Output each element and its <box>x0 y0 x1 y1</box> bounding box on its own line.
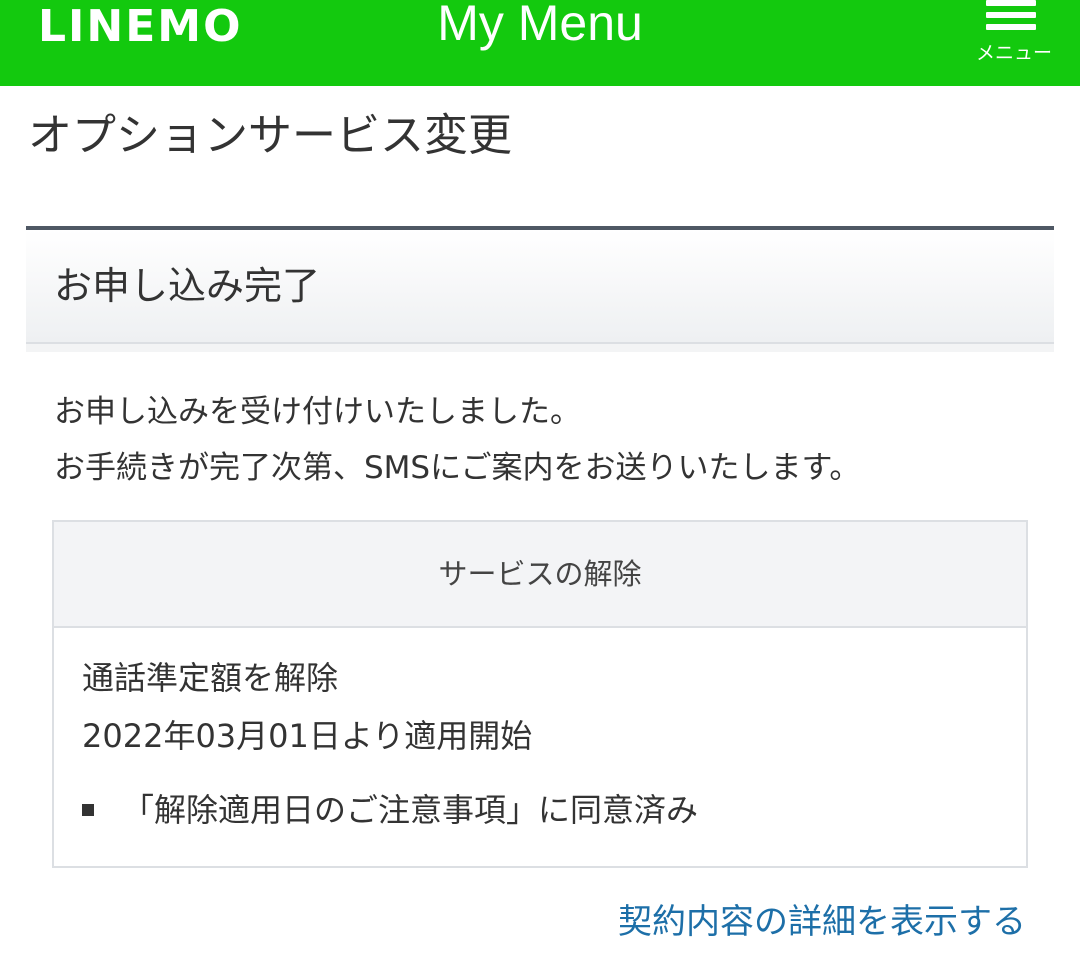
detail-service-name: 通話準定額を解除 <box>82 659 339 697</box>
section-title: お申し込み完了 <box>54 264 321 308</box>
detail-consent-note: 「解除適用日のご注意事項」に同意済み <box>82 786 698 834</box>
app-header: LINEMO My Menu メニュー <box>0 0 1080 86</box>
section-header: お申し込み完了 <box>26 226 1054 344</box>
header-title: My Menu <box>437 0 643 51</box>
section-divider <box>26 344 1054 352</box>
message-line-2: お手続きが完了次第、SMSにご案内をお送りいたします。 <box>54 450 861 486</box>
view-contract-details-link[interactable]: 契約内容の詳細を表示する <box>618 898 1026 946</box>
hamburger-menu-icon <box>986 0 1036 30</box>
message-line-1: お申し込みを受け付けいたしました。 <box>54 394 581 430</box>
application-detail-box: サービスの解除 通話準定額を解除 2022年03月01日より適用開始 「解除適用… <box>52 520 1028 868</box>
detail-start-date: 2022年03月01日より適用開始 <box>82 717 533 755</box>
completion-message: お申し込みを受け付けいたしました。 お手続きが完了次第、SMSにご案内をお送りい… <box>54 384 860 496</box>
detail-consent-text: 「解除適用日のご注意事項」に同意済み <box>122 791 699 829</box>
page-title: オプションサービス変更 <box>28 110 512 161</box>
detail-box-header: サービスの解除 <box>54 522 1026 628</box>
bullet-icon <box>82 804 94 816</box>
menu-button[interactable]: メニュー <box>966 0 1062 80</box>
menu-label: メニュー <box>975 42 1052 64</box>
